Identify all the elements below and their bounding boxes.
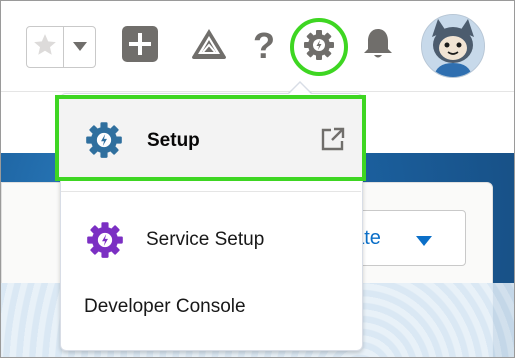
trailhead-button[interactable]	[188, 25, 230, 67]
favorite-star-button[interactable]	[27, 27, 64, 67]
help-button[interactable]: ?	[243, 25, 285, 67]
global-header: ?	[1, 1, 514, 92]
favorites-group	[26, 26, 96, 68]
menu-item-setup-label: Setup	[147, 130, 200, 151]
menu-item-developer-console[interactable]: Developer Console	[84, 296, 246, 318]
screen: eate	[0, 0, 515, 358]
notifications-button[interactable]	[357, 25, 399, 67]
plus-icon	[122, 25, 158, 67]
avatar[interactable]	[421, 14, 485, 78]
dropdown-notch-fill	[289, 83, 311, 94]
menu-divider	[61, 191, 361, 192]
setup-gear-icon	[85, 121, 123, 164]
question-icon: ?	[253, 25, 275, 66]
menu-item-service-setup-label[interactable]: Service Setup	[146, 229, 264, 251]
favorites-list-button[interactable]	[64, 27, 95, 67]
menu-item-setup[interactable]: Setup	[55, 95, 366, 181]
caret-down-icon	[416, 233, 432, 251]
star-icon	[32, 32, 58, 63]
external-link-icon	[320, 126, 346, 157]
caret-down-icon	[72, 38, 87, 56]
trailhead-icon	[190, 27, 228, 66]
bell-icon	[362, 27, 394, 66]
service-setup-gear-icon	[86, 221, 124, 264]
gear-icon	[303, 29, 335, 66]
global-actions-button[interactable]	[119, 25, 161, 67]
setup-button[interactable]	[290, 18, 348, 76]
